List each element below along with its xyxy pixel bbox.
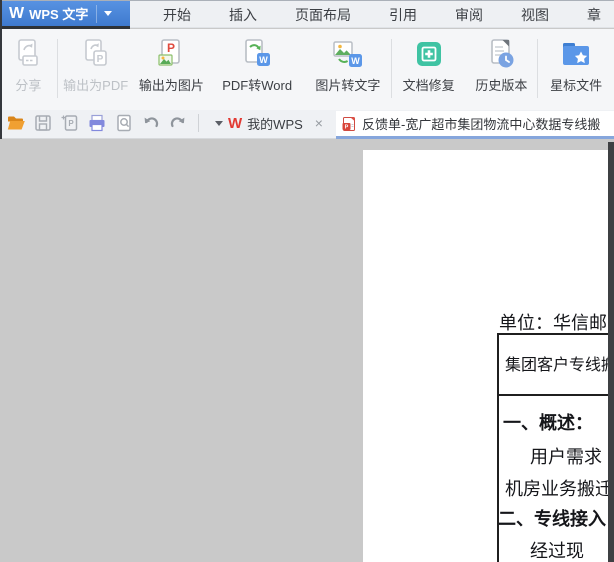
print-icon xyxy=(87,113,107,133)
starred-files-button[interactable]: 星标文件 xyxy=(538,29,614,110)
redo-button[interactable] xyxy=(168,113,188,133)
open-file-button[interactable] xyxy=(6,113,26,133)
export-image-button[interactable]: P 输出为图片 xyxy=(134,29,210,110)
tab-active-document-title: 反馈单-宽广超市集团物流中心数据专线搬 xyxy=(362,114,600,133)
export-pdf-quick-icon: P xyxy=(60,113,80,133)
doc-repair-button[interactable]: 文档修复 xyxy=(392,29,466,110)
table-border-top xyxy=(497,333,608,335)
tab-references[interactable]: 引用 xyxy=(389,5,417,25)
more-caret-icon xyxy=(215,121,223,130)
wps-writer-window: W WPS 文字 开始 插入 页面布局 引用 审阅 视图 章 xyxy=(0,0,614,562)
more-quick-actions-button[interactable] xyxy=(209,113,229,133)
svg-text:P: P xyxy=(68,119,74,128)
share-button[interactable]: 分享 xyxy=(0,29,57,110)
print-preview-button[interactable] xyxy=(114,113,134,133)
tab-active-document[interactable]: P 反馈单-宽广超市集团物流中心数据专线搬 xyxy=(336,111,614,136)
tab-home[interactable]: 开始 xyxy=(163,5,191,25)
doc-line-body-1: 用户需求 xyxy=(530,443,602,469)
doc-line-body-3: 经过现 xyxy=(530,537,584,562)
print-button[interactable] xyxy=(87,113,107,133)
feature-toolbar: 分享 P 输出为PDF P 输出为图片 xyxy=(0,29,614,110)
document-tab-bar: P xyxy=(0,110,614,139)
share-doc-icon xyxy=(11,37,45,71)
share-label: 分享 xyxy=(15,75,41,94)
svg-text:P: P xyxy=(96,54,103,65)
export-pdf-button[interactable]: P 输出为PDF xyxy=(58,29,134,110)
save-icon xyxy=(33,113,53,133)
doc-line-unit: 单位：华信邮 xyxy=(499,309,607,335)
wps-app-menu-caret[interactable] xyxy=(96,5,112,23)
wps-app-button-label: WPS 文字 xyxy=(29,4,88,23)
wps-logo: W xyxy=(9,5,23,23)
table-border-middle xyxy=(497,394,608,396)
image-to-text-button[interactable]: W 图片转文字 xyxy=(305,29,391,110)
pdf-to-word-icon: W xyxy=(240,37,274,71)
undo-button[interactable] xyxy=(141,113,161,133)
tab-my-wps-label: 我的WPS xyxy=(247,114,303,133)
doc-line-heading-1: 一、概述： xyxy=(503,409,593,435)
redo-icon xyxy=(168,113,188,133)
quickbar-separator xyxy=(198,114,199,132)
ribbon-tabs: 开始 插入 页面布局 引用 审阅 视图 章 xyxy=(163,1,601,28)
tab-section[interactable]: 章 xyxy=(587,5,601,25)
tab-review[interactable]: 审阅 xyxy=(455,5,483,25)
print-preview-icon xyxy=(114,113,134,133)
doc-line-table-title: 集团客户专线搬 xyxy=(505,351,614,375)
open-folder-icon xyxy=(6,113,26,133)
history-version-button[interactable]: 历史版本 xyxy=(465,29,537,110)
tab-insert[interactable]: 插入 xyxy=(229,5,257,25)
tab-page-layout[interactable]: 页面布局 xyxy=(295,5,351,25)
export-pdf-quick-button[interactable]: P xyxy=(60,113,80,133)
image-to-text-label: 图片转文字 xyxy=(315,75,380,94)
pdf-file-icon: P xyxy=(341,116,357,132)
export-image-label: 输出为图片 xyxy=(139,75,204,94)
starred-files-label: 星标文件 xyxy=(550,75,602,94)
wps-home-logo-icon: W xyxy=(228,115,241,132)
table-border-left xyxy=(497,333,499,562)
window-left-edge xyxy=(0,0,2,139)
chevron-down-icon xyxy=(104,11,112,20)
history-version-icon xyxy=(484,37,518,71)
close-icon[interactable]: × xyxy=(313,115,325,131)
svg-text:P: P xyxy=(167,41,175,55)
doc-line-body-2: 机房业务搬迁 xyxy=(505,475,613,501)
pdf-to-word-label: PDF转Word xyxy=(222,75,292,94)
wps-app-button[interactable]: W WPS 文字 xyxy=(0,1,130,29)
doc-repair-label: 文档修复 xyxy=(403,75,455,94)
export-pdf-icon: P xyxy=(79,37,113,71)
export-pdf-label: 输出为PDF xyxy=(63,75,128,94)
svg-text:P: P xyxy=(345,124,349,130)
starred-files-icon xyxy=(559,37,593,71)
svg-text:W: W xyxy=(351,56,360,66)
tab-my-wps[interactable]: W 我的WPS × xyxy=(228,110,325,136)
export-image-icon: P xyxy=(154,37,188,71)
image-to-text-icon: W xyxy=(331,37,365,71)
svg-text:W: W xyxy=(259,55,268,65)
save-button[interactable] xyxy=(33,113,53,133)
undo-icon xyxy=(141,113,161,133)
menu-bar: W WPS 文字 开始 插入 页面布局 引用 审阅 视图 章 xyxy=(0,0,614,28)
document-canvas: 单位：华信邮 集团客户专线搬 一、概述： 用户需求 机房业务搬迁 二、专线接入 … xyxy=(0,139,614,562)
pdf-to-word-button[interactable]: W PDF转Word xyxy=(209,29,305,110)
quick-access-toolbar: P xyxy=(6,110,229,136)
window-right-edge xyxy=(608,142,614,562)
doc-line-heading-2: 二、专线接入 xyxy=(498,505,606,531)
doc-repair-icon xyxy=(412,37,446,71)
history-version-label: 历史版本 xyxy=(475,75,527,94)
tab-view[interactable]: 视图 xyxy=(521,5,549,25)
